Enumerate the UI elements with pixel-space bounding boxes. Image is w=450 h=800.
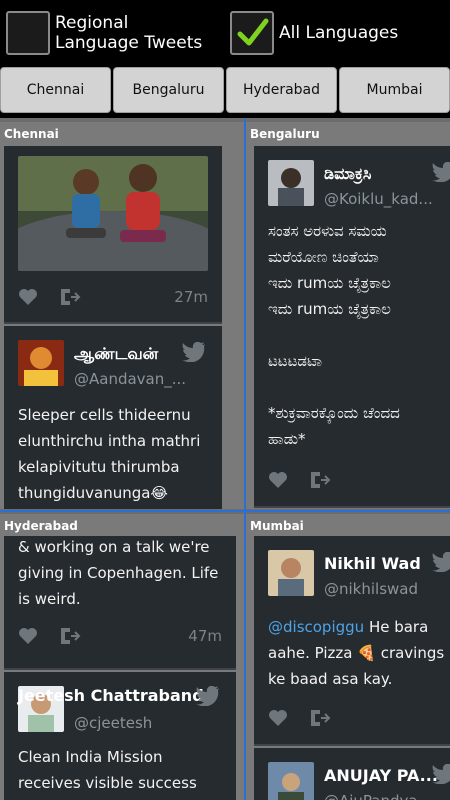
mention-link[interactable]: @discopiggu — [268, 618, 364, 636]
tweet-card[interactable]: Jeetesh Chattraband @cjeetesh Clean Indi… — [4, 672, 236, 800]
user-name: Nikhil Wad — [324, 554, 421, 573]
all-languages-label: All Languages — [279, 23, 399, 43]
avatar[interactable] — [268, 550, 314, 596]
tweet-card[interactable]: ಡಿಮಾಕ್ರಸಿ @Koiklu_kad... ಸಂತಸ ಅರಳುವ ಸಮಯ … — [254, 146, 450, 508]
tweet-actions: 24s — [268, 706, 450, 730]
tweet-card[interactable]: ANUJAY PA... @AjuPandya — [254, 748, 450, 800]
checkmark-icon — [237, 18, 269, 46]
tweet-photo[interactable] — [18, 156, 208, 271]
regional-language-toggle[interactable]: Regional Language Tweets — [6, 11, 215, 55]
avatar[interactable] — [18, 340, 64, 386]
filter-bar: Regional Language Tweets All Languages — [0, 0, 450, 67]
tab-bengaluru[interactable]: Bengaluru — [113, 67, 224, 113]
tweet-card[interactable]: ஆண்டவன் @Aandavan_... Sleeper cells thid… — [4, 326, 222, 509]
user-name: ANUJAY PA... — [324, 766, 438, 785]
retweet-icon[interactable] — [310, 709, 332, 727]
bengaluru-panel[interactable]: Bengaluru ಡಿಮಾಕ್ರಸಿ @Koiklu_kad... ಸಂತಸ … — [246, 122, 450, 509]
panel-title: Mumbai — [250, 519, 304, 533]
feed-grid: Chennai 27m ஆண்டவன் @Aandavan_... Sleepe… — [0, 118, 450, 800]
avatar[interactable] — [268, 762, 314, 800]
panel-title: Hyderabad — [4, 519, 78, 533]
hyderabad-panel[interactable]: Hyderabad & working on a talk we're givi… — [0, 514, 244, 800]
tweet-actions: 27m — [18, 285, 208, 309]
chennai-panel[interactable]: Chennai 27m ஆண்டவன் @Aandavan_... Sleepe… — [0, 122, 244, 509]
tweet-text-line: ke baad asa kay. — [268, 670, 393, 688]
user-name: Jeetesh Chattraband — [18, 686, 204, 705]
user-handle: @Koiklu_kad... — [324, 190, 433, 208]
user-handle: @nikhilswad — [324, 580, 418, 598]
heart-icon[interactable] — [18, 288, 38, 306]
tweet-text: & working on a talk we're giving in Cope… — [18, 538, 219, 608]
retweet-icon[interactable] — [60, 288, 82, 306]
heart-icon[interactable] — [18, 627, 38, 645]
twitter-bird-icon — [182, 341, 206, 366]
tab-chennai[interactable]: Chennai — [0, 67, 111, 113]
tweet-time: 27m — [174, 288, 208, 306]
panel-divider-vertical — [244, 118, 246, 800]
tweet-text: ಸಂತಸ ಅರಳುವ ಸಮಯ ಮರೆಯೋಣ ಚಿಂತೆಯಾ ಇದು rumಯ ಚ… — [268, 222, 400, 448]
tweet-text: @discopiggu He bara aahe. Pizza 🍕 cravin… — [268, 614, 450, 692]
tweet-text: Clean India Mission receives visible suc… — [18, 748, 197, 792]
tab-hyderabad[interactable]: Hyderabad — [226, 67, 337, 113]
panel-title: Chennai — [4, 127, 59, 141]
all-languages-checkbox[interactable] — [230, 11, 274, 55]
user-handle: @Aandavan_... — [74, 370, 187, 388]
heart-icon[interactable] — [268, 471, 288, 489]
tweet-text-line: aahe. Pizza 🍕 cravings — [268, 644, 445, 662]
user-handle: @AjuPandya — [324, 792, 418, 800]
twitter-bird-icon — [432, 551, 450, 576]
regional-checkbox[interactable] — [6, 11, 50, 55]
tweet-card[interactable]: Nikhil Wad @nikhilswad @discopiggu He ba… — [254, 536, 450, 746]
tweet-actions: 47m — [18, 624, 222, 648]
retweet-icon[interactable] — [310, 471, 332, 489]
tab-mumbai[interactable]: Mumbai — [339, 67, 450, 113]
tweet-card[interactable]: 27m — [4, 146, 222, 324]
tweet-actions: 22s — [268, 468, 450, 492]
heart-icon[interactable] — [268, 709, 288, 727]
panel-title: Bengaluru — [250, 127, 320, 141]
avatar[interactable] — [268, 160, 314, 206]
tweet-text-line: He bara — [364, 618, 429, 636]
twitter-bird-icon — [432, 161, 450, 186]
twitter-bird-icon — [432, 763, 450, 788]
user-name: ಡಿಮಾಕ್ರಸಿ — [324, 164, 372, 183]
twitter-bird-icon — [196, 685, 220, 710]
panel-divider-horizontal — [0, 510, 450, 512]
mumbai-panel[interactable]: Mumbai Nikhil Wad @nikhilswad @discopigg… — [246, 514, 450, 800]
city-tabs: Chennai Bengaluru Hyderabad Mumbai — [0, 67, 450, 113]
retweet-icon[interactable] — [60, 627, 82, 645]
all-languages-toggle[interactable]: All Languages — [230, 11, 398, 55]
user-name: ஆண்டவன் — [74, 344, 159, 363]
tweet-time: 47m — [188, 627, 222, 645]
regional-checkbox-label: Regional Language Tweets — [55, 13, 203, 53]
tweet-card[interactable]: & working on a talk we're giving in Cope… — [4, 536, 236, 670]
user-handle: @cjeetesh — [74, 714, 153, 732]
tweet-text: Sleeper cells thideernu elunthirchu inth… — [18, 406, 201, 502]
